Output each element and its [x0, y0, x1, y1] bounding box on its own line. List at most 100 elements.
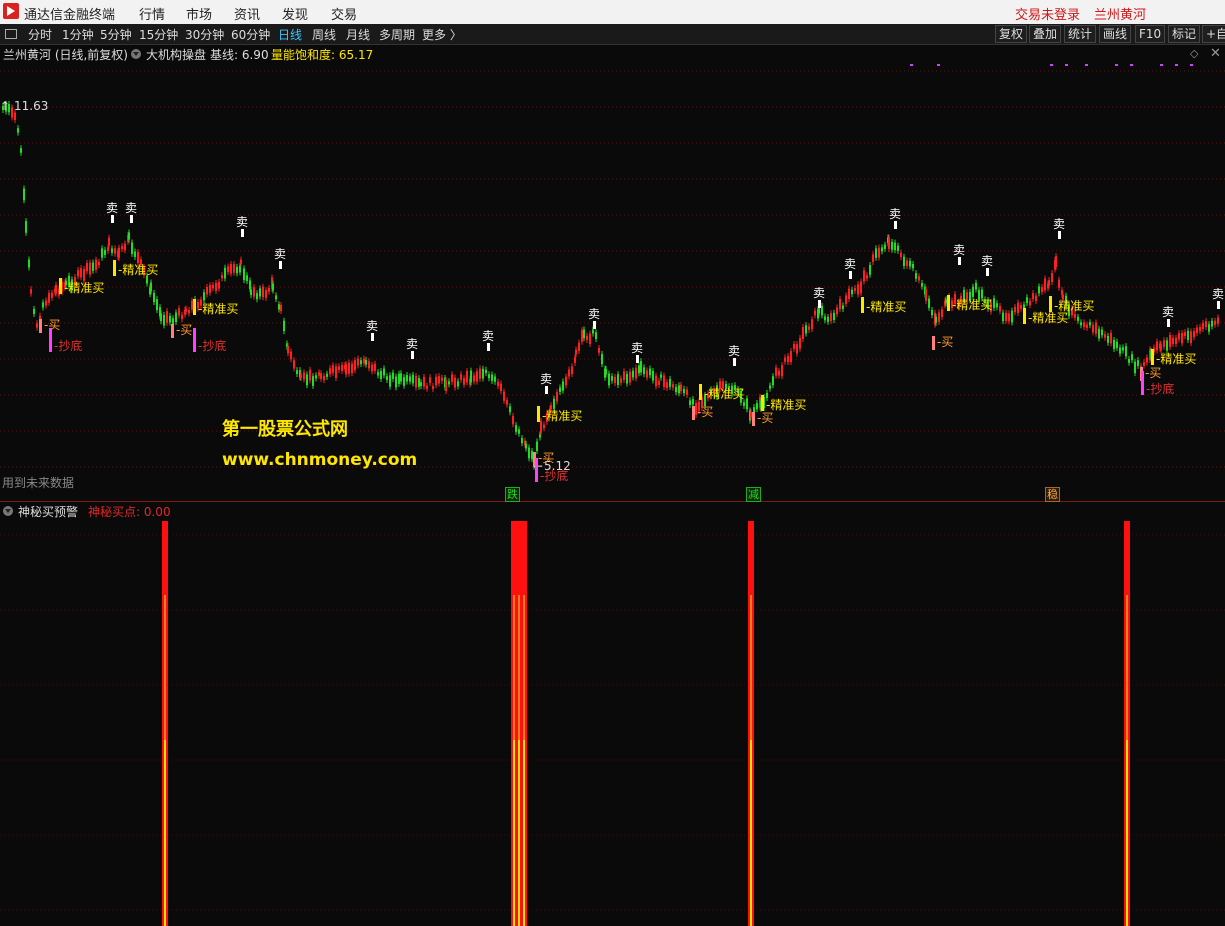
candle-body [663, 375, 665, 388]
candle-body [839, 298, 841, 310]
candle-body [689, 400, 691, 405]
candle-body [318, 372, 320, 376]
precise-buy-label: -精准买 [1054, 299, 1094, 313]
candle-body [565, 376, 567, 386]
candle-body [335, 366, 337, 379]
candle-body [89, 262, 91, 275]
top-marker [1160, 64, 1163, 66]
candle-body [1101, 329, 1103, 336]
candle-body [368, 361, 370, 369]
candle-body [1020, 305, 1022, 309]
candle-body [500, 383, 502, 392]
candle-body [323, 375, 325, 381]
sell-signal-bar [894, 221, 897, 229]
candlestick-chart[interactable]: ↑ 11.63← 5.12卖 卖卖卖卖卖卖卖卖卖 卖卖卖卖卖卖卖卖卖-精准买-精准买-精… [0, 0, 1225, 926]
sell-signal-label: 卖 [540, 372, 552, 386]
sell-signal-bar [593, 321, 596, 329]
candle-body [811, 319, 813, 330]
signal-bar-core [1126, 740, 1128, 926]
sell-signal-label: 卖 [588, 307, 600, 321]
candle-body [626, 373, 628, 384]
candle-body [290, 351, 292, 360]
candle-body [209, 285, 211, 293]
candle-body [83, 269, 85, 281]
precise-buy-label: -精准买 [866, 300, 906, 314]
sell-signal-bar [733, 358, 736, 366]
candle-body [111, 248, 113, 253]
buy-label: -买 [697, 405, 713, 419]
candle-body [14, 112, 16, 121]
candle-body [568, 369, 570, 377]
candle-body [423, 376, 425, 387]
candle-body [975, 282, 977, 290]
candle-body [589, 333, 591, 344]
candle-body [1077, 316, 1079, 321]
candle-body [86, 262, 88, 272]
top-marker [1050, 64, 1053, 66]
candle-body [429, 377, 431, 383]
candle-body [108, 237, 110, 246]
sub-indicator-title[interactable]: 神秘买预警 [18, 503, 78, 520]
signal-bar-core [523, 740, 525, 926]
indicator-menu-icon[interactable] [3, 506, 13, 516]
candle-body [1190, 331, 1192, 344]
candle-body [1080, 322, 1082, 326]
candle-body [938, 312, 940, 322]
candle-body [1202, 322, 1204, 330]
candle-body [348, 362, 350, 374]
buy-bar [752, 412, 755, 426]
candle-body [536, 441, 538, 452]
candle-body [778, 370, 780, 376]
candle-body [1134, 361, 1136, 374]
candle-body [528, 447, 530, 459]
candle-body [163, 314, 165, 326]
sell-signal-bar [487, 343, 490, 351]
bottom-label: -抄底 [540, 468, 568, 483]
candle-body [398, 373, 400, 384]
precise-buy-bar [193, 299, 196, 315]
candle-body [479, 368, 481, 379]
precise-buy-bar [1151, 349, 1154, 365]
buy-bar [39, 319, 42, 333]
candle-body [515, 425, 517, 432]
candle-body [750, 412, 752, 418]
precise-buy-label: -精准买 [952, 298, 992, 312]
candle-body [357, 358, 359, 366]
candle-body [345, 364, 347, 375]
candle-body [833, 312, 835, 320]
candle-body [743, 402, 745, 406]
candle-body [1005, 312, 1007, 322]
candle-body [666, 382, 668, 388]
candle-body [303, 372, 305, 380]
candle-body [253, 287, 255, 297]
buy-label: -买 [757, 411, 773, 425]
candle-body [278, 304, 280, 310]
candle-body [48, 292, 50, 303]
candle-body [1146, 357, 1148, 363]
candle-body [643, 367, 645, 375]
candle-body [1083, 322, 1085, 327]
candle-body [451, 374, 453, 382]
candle-body [30, 289, 32, 294]
candle-body [1184, 332, 1186, 337]
candle-body [300, 374, 302, 378]
candle-body [326, 373, 328, 377]
sub-indicator-value: 神秘买点: 0.00 [88, 505, 171, 519]
sell-signal-bar [130, 215, 133, 223]
candle-body [531, 450, 533, 460]
candle-body [802, 327, 804, 339]
candle-body [166, 311, 168, 323]
candle-body [1214, 320, 1216, 325]
sell-signal-bar [1167, 319, 1170, 327]
candle-body [1086, 324, 1088, 328]
candle-body [830, 313, 832, 322]
candle-body [525, 443, 527, 449]
candle-body [250, 289, 252, 296]
sell-signal-label: 卖 [1053, 217, 1065, 231]
precise-buy-bar [1049, 296, 1052, 312]
candle-body [224, 267, 226, 279]
candle-body [386, 376, 388, 380]
candle-body [25, 221, 27, 233]
candle-body [756, 403, 758, 410]
candle-body [169, 315, 171, 323]
